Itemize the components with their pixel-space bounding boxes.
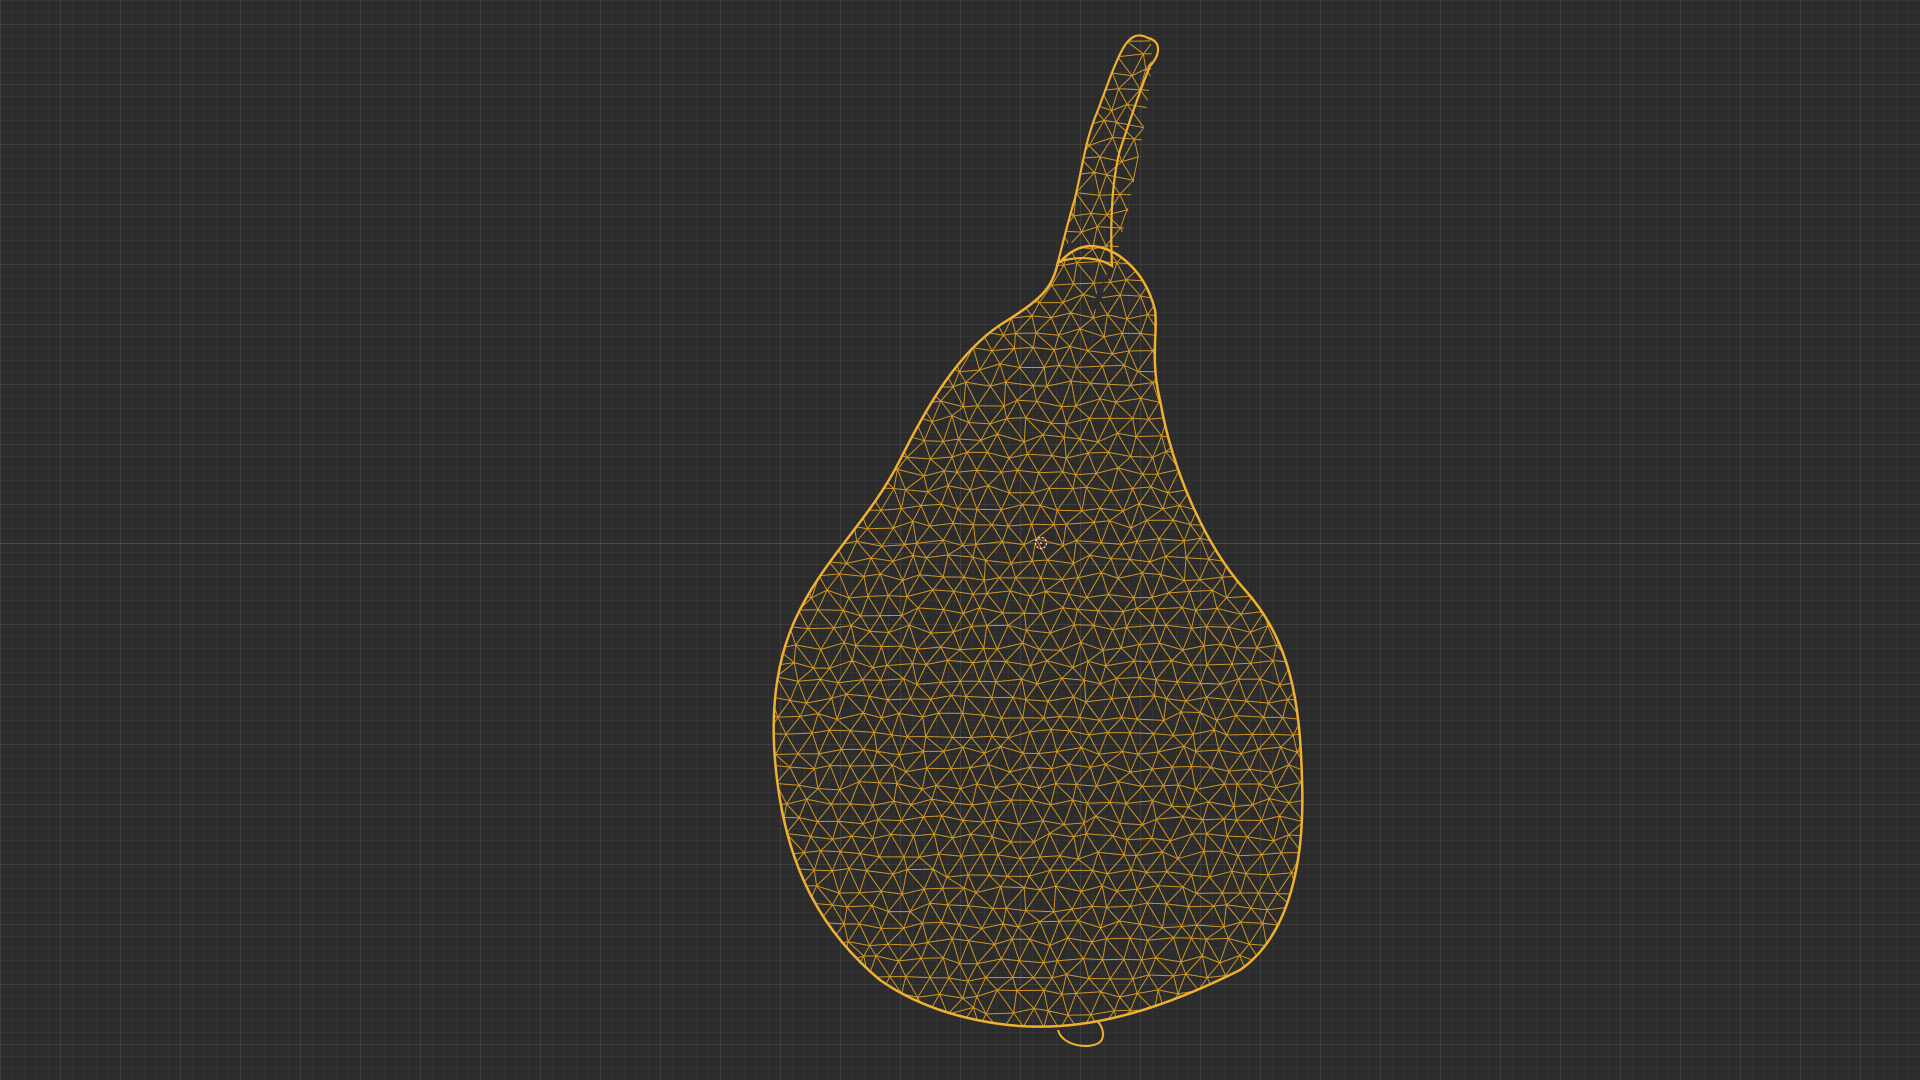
3d-viewport[interactable]: [0, 0, 1920, 1080]
3d-cursor-icon[interactable]: [1034, 536, 1048, 550]
pear-mesh[interactable]: [0, 0, 1920, 1080]
mesh-edges: [773, 35, 1303, 1027]
